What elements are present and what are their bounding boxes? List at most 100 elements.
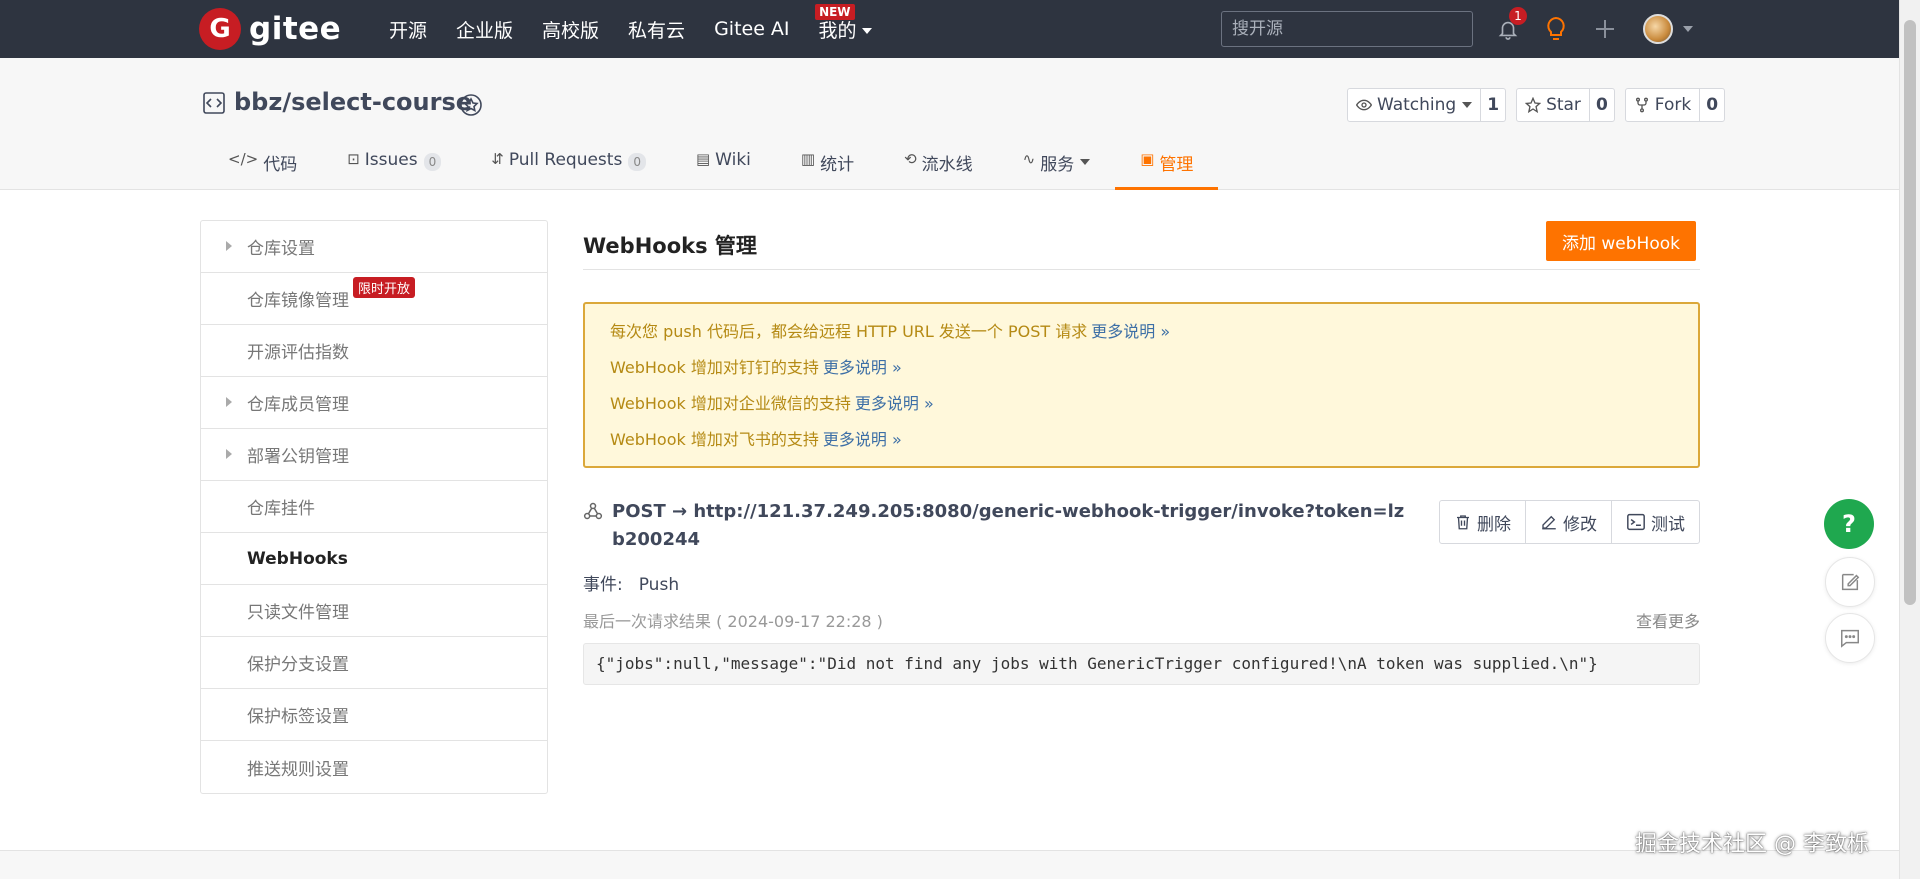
sidebar-item-members[interactable]: 仓库成员管理	[201, 377, 547, 429]
sidebar-item-protected-branches[interactable]: 保护分支设置	[201, 637, 547, 689]
webhook-event: 事件: Push	[583, 575, 680, 595]
webhook-event-value: Push	[638, 575, 680, 595]
tab-code[interactable]: </> 代码	[203, 150, 322, 190]
fork-button[interactable]: Fork 0	[1624, 88, 1726, 122]
tab-pipeline[interactable]: ⟲ 流水线	[879, 150, 998, 190]
star-label: Star	[1546, 95, 1581, 115]
repo-title[interactable]: bbz/select-course	[234, 88, 472, 116]
plus-icon[interactable]	[1593, 17, 1617, 41]
pull-request-icon: ⇵	[491, 150, 504, 168]
fork-icon	[1635, 97, 1648, 113]
webhook-icon	[583, 502, 603, 520]
avatar[interactable]	[1643, 14, 1673, 44]
notice-line: WebHook 增加对飞书的支持 更多说明 »	[610, 430, 902, 449]
content-header: WebHooks 管理 添加 webHook	[583, 220, 1700, 270]
sidebar-item-protected-tags[interactable]: 保护标签设置	[201, 689, 547, 741]
star-button[interactable]: Star 0	[1516, 88, 1615, 122]
pulse-icon: ∿	[1022, 150, 1036, 168]
chevron-down-icon	[1462, 102, 1473, 108]
help-button[interactable]: ?	[1824, 499, 1874, 549]
issues-count: 0	[423, 153, 442, 171]
gitee-logo[interactable]: G gitee	[199, 8, 341, 50]
chat-icon	[1841, 629, 1859, 648]
limited-badge: 限时开放	[353, 277, 416, 298]
nav-opensource[interactable]: 开源	[389, 16, 427, 43]
chevron-right-icon	[226, 241, 232, 251]
tab-issues[interactable]: ⊡ Issues 0	[322, 150, 466, 190]
tab-services[interactable]: ∿ 服务	[998, 150, 1116, 190]
nav-mine[interactable]: 我的	[819, 16, 872, 43]
sidebar-item-readonly-files[interactable]: 只读文件管理	[201, 585, 547, 637]
pipeline-icon: ⟲	[904, 150, 917, 168]
code-repo-icon	[203, 92, 225, 114]
delete-webhook-button[interactable]: 删除	[1440, 501, 1526, 543]
webhook-url: POST → http://121.37.249.205:8080/generi…	[583, 498, 1413, 554]
tab-statistics[interactable]: ▥ 统计	[776, 150, 879, 190]
chevron-right-icon	[226, 449, 232, 459]
fork-count[interactable]: 0	[1700, 89, 1724, 121]
more-info-link[interactable]: 更多说明 »	[823, 430, 902, 449]
test-webhook-button[interactable]: 测试	[1612, 501, 1699, 543]
nav-education[interactable]: 高校版	[542, 16, 599, 43]
sidebar-item-evaluation[interactable]: 开源评估指数	[201, 325, 547, 377]
chevron-right-icon	[226, 397, 232, 407]
last-request-result: 最后一次请求结果 ( 2024-09-17 22:28 )	[583, 612, 883, 631]
chart-icon: ▥	[800, 150, 816, 168]
issues-icon: ⊡	[347, 150, 360, 168]
gvp-badge-icon[interactable]	[458, 92, 484, 118]
star-count[interactable]: 0	[1590, 89, 1614, 121]
more-info-link[interactable]: 更多说明 »	[823, 358, 902, 377]
sidebar-item-push-rules[interactable]: 推送规则设置	[201, 741, 547, 793]
bulb-icon[interactable]	[1544, 15, 1568, 43]
search-input[interactable]	[1221, 11, 1473, 47]
edit-icon	[1542, 515, 1556, 530]
star-icon	[1525, 97, 1542, 113]
edit-note-icon	[1841, 573, 1860, 591]
top-navbar: G gitee 开源 企业版 高校版 私有云 Gitee AI NEW 我的 1	[0, 0, 1899, 58]
view-more-link[interactable]: 查看更多	[1636, 608, 1700, 632]
sidebar-item-mirror[interactable]: 仓库镜像管理 限时开放	[201, 273, 547, 325]
notice-line: 每次您 push 代码后，都会给远程 HTTP URL 发送一个 POST 请求…	[610, 322, 1171, 341]
tab-wiki[interactable]: ▤ Wiki	[671, 150, 776, 190]
tab-manage[interactable]: ▣ 管理	[1115, 150, 1219, 190]
webhook-notice: 每次您 push 代码后，都会给远程 HTTP URL 发送一个 POST 请求…	[583, 302, 1700, 468]
main-area: 仓库设置 仓库镜像管理 限时开放 开源评估指数 仓库成员管理 部署公钥管理 仓库挂…	[0, 190, 1899, 850]
nav-enterprise[interactable]: 企业版	[456, 16, 513, 43]
chevron-down-icon	[1080, 159, 1091, 165]
more-info-link[interactable]: 更多说明 »	[1091, 322, 1170, 341]
terminal-icon	[1627, 513, 1645, 531]
watch-button[interactable]: Watching 1	[1347, 88, 1507, 122]
fork-label: Fork	[1654, 95, 1692, 115]
chat-button[interactable]	[1825, 613, 1875, 663]
watch-count[interactable]: 1	[1481, 89, 1505, 121]
webhooks-content: WebHooks 管理 添加 webHook 每次您 push 代码后，都会给远…	[583, 220, 1700, 685]
add-webhook-button[interactable]: 添加 webHook	[1546, 221, 1696, 261]
main-nav: 开源 企业版 高校版 私有云 Gitee AI NEW 我的	[389, 0, 901, 58]
edit-webhook-button[interactable]: 修改	[1526, 501, 1612, 543]
request-result-json: {"jobs":null,"message":"Did not find any…	[583, 643, 1700, 685]
chevron-down-icon[interactable]	[1683, 26, 1693, 32]
sidebar-item-webhooks[interactable]: WebHooks	[201, 533, 547, 585]
watch-label: Watching	[1377, 95, 1457, 115]
gitee-logo-icon: G	[199, 8, 241, 50]
page-scrollbar[interactable]	[1899, 0, 1920, 879]
more-info-link[interactable]: 更多说明 »	[855, 394, 934, 413]
trash-icon	[1457, 515, 1469, 530]
sidebar-item-repo-settings[interactable]: 仓库设置	[201, 221, 547, 273]
nav-gitee-ai[interactable]: Gitee AI NEW	[714, 4, 855, 40]
page-title: WebHooks 管理	[583, 234, 757, 258]
watermark: 掘金技术社区 @ 李致栎	[1635, 832, 1869, 857]
feedback-edit-button[interactable]	[1825, 557, 1875, 607]
notice-line: WebHook 增加对企业微信的支持 更多说明 »	[610, 394, 934, 413]
nav-private-cloud[interactable]: 私有云	[628, 16, 685, 43]
repo-actions: Watching 1 Star 0 Fork 0	[1347, 88, 1735, 122]
scrollbar-thumb[interactable]	[1904, 20, 1916, 605]
tab-pull-requests[interactable]: ⇵ Pull Requests 0	[466, 150, 671, 190]
chevron-down-icon	[861, 28, 872, 34]
wiki-icon: ▤	[695, 150, 711, 168]
sidebar-item-widgets[interactable]: 仓库挂件	[201, 481, 547, 533]
webhook-actions: 删除 修改 测试	[1439, 500, 1700, 544]
settings-sidebar: 仓库设置 仓库镜像管理 限时开放 开源评估指数 仓库成员管理 部署公钥管理 仓库挂…	[200, 220, 548, 794]
gitee-logo-text: gitee	[249, 11, 342, 47]
sidebar-item-deploy-keys[interactable]: 部署公钥管理	[201, 429, 547, 481]
